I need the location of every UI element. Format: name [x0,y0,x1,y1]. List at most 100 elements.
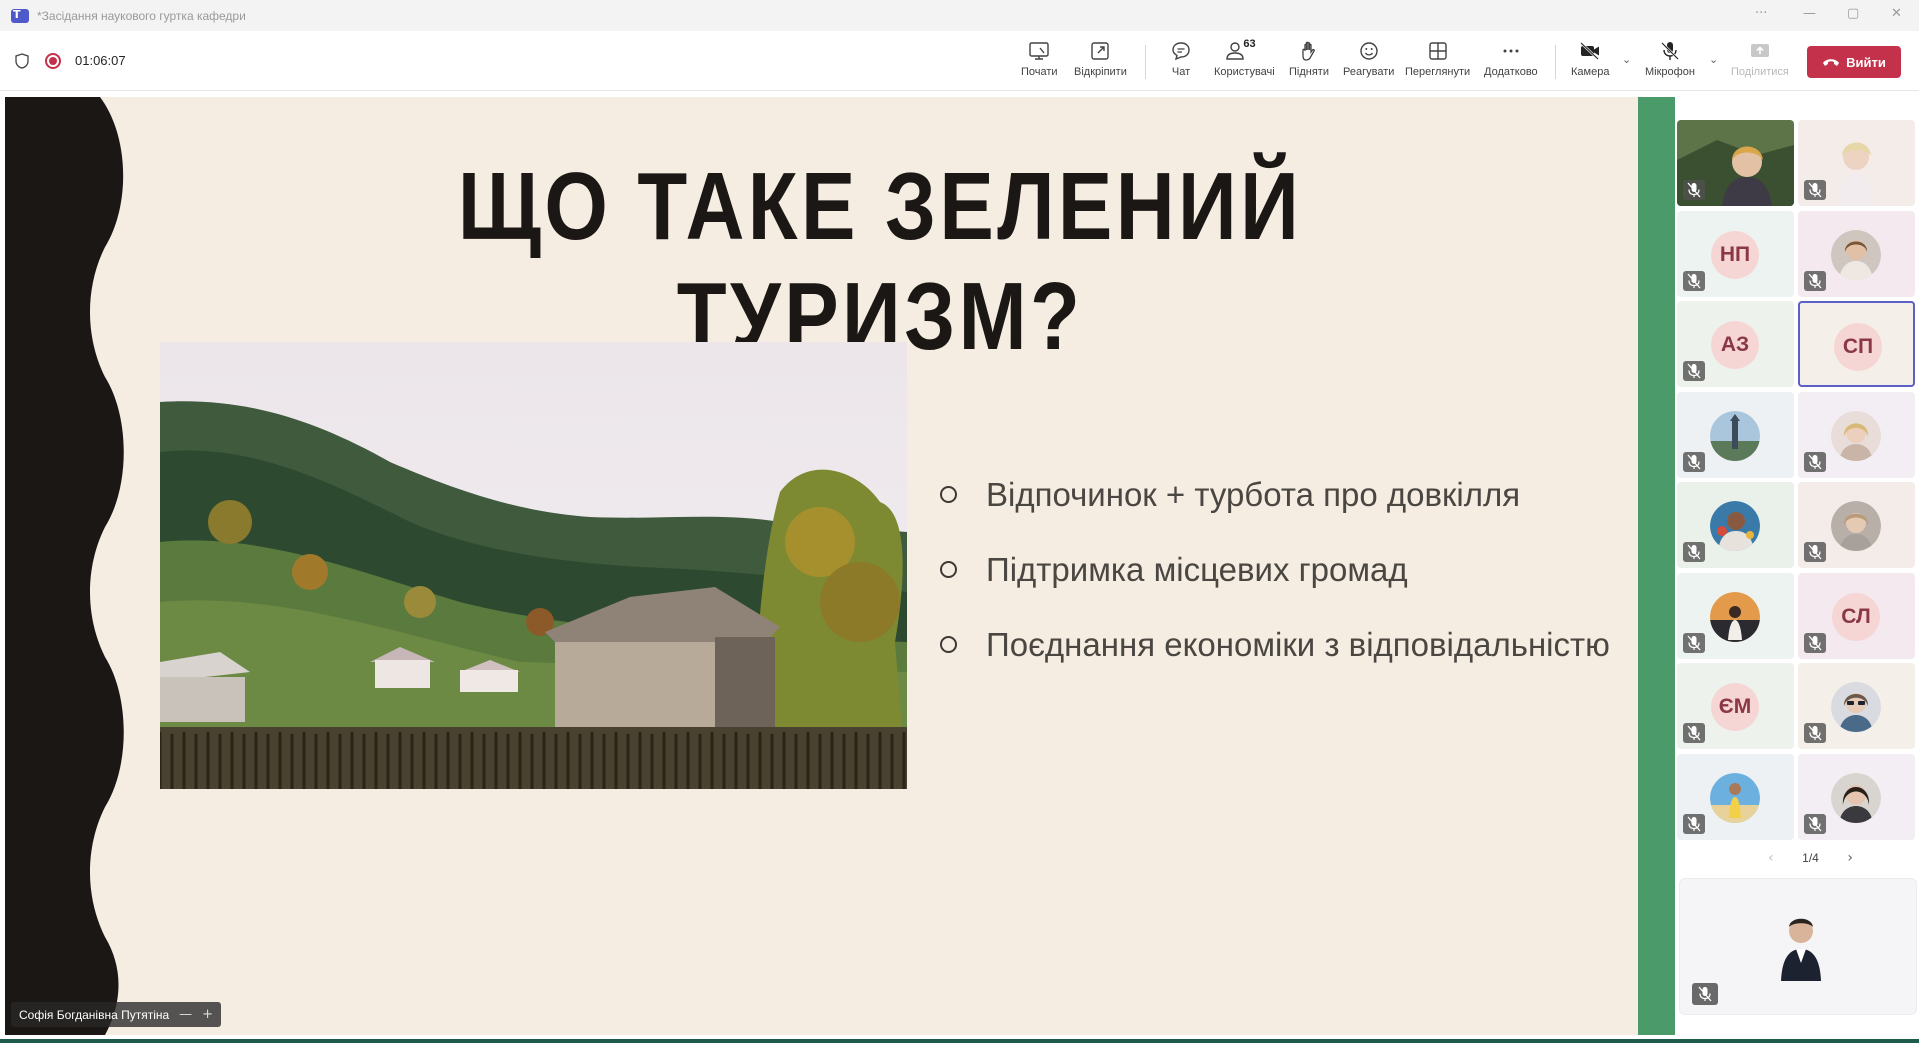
participant-tile[interactable] [1798,663,1915,749]
bullet-text: Підтримка місцевих громад [986,550,1408,588]
participant-tile[interactable] [1677,482,1794,568]
raise-hand-button[interactable]: Підняти [1289,39,1329,85]
participant-tile[interactable]: НП [1677,210,1794,297]
teams-app-icon [11,8,29,23]
muted-mic-icon [1683,180,1705,200]
bullet-item: Підтримка місцевих громад [940,532,1610,607]
participant-tile[interactable]: СП [1798,301,1915,387]
bullet-text: Відпочинок + турбота про довкілля [986,475,1521,513]
muted-mic-icon [1804,270,1826,291]
participant-tile[interactable] [1798,753,1915,840]
muted-mic-icon [1804,542,1826,562]
camera-off-icon [1580,42,1600,60]
participant-photo-avatar [1831,772,1881,823]
participant-initials-avatar: СЛ [1832,592,1880,641]
participant-tile[interactable]: СЛ [1798,572,1915,659]
meeting-toolbar: 01:06:07 Почати Відкріпити Чат 63 Корист… [0,31,1919,91]
hangup-icon [1823,59,1840,66]
participant-photo-avatar [1710,410,1760,461]
more-button[interactable]: Додатково [1484,39,1538,85]
close-icon[interactable]: ✕ [1891,6,1902,21]
muted-mic-icon [1804,180,1826,200]
slide-title: ЩО ТАКЕ ЗЕЛЕНИЙ ТУРИЗМ? [457,153,1303,370]
start-label: Почати [1021,66,1058,78]
next-page-icon[interactable]: › [1847,850,1853,866]
zoom-out-icon[interactable]: — [179,1007,192,1022]
gallery-pager: ‹ 1/4 › [1768,850,1853,866]
people-button[interactable]: 63 Користувачі [1214,38,1275,85]
more-options-icon[interactable]: ··· [1755,6,1767,21]
mic-options-chevron-icon[interactable]: ⌄ [1709,53,1718,66]
previous-page-icon[interactable]: ‹ [1768,850,1774,866]
bullet-text: Поєднання економіки з відповідальністю [986,625,1610,663]
view-label: Переглянути [1405,66,1471,78]
bullet-item: Поєднання економіки з відповідальністю [940,607,1610,682]
participant-photo-avatar [1710,772,1760,823]
more-label: Додатково [1484,66,1538,78]
muted-mic-icon [1804,451,1826,472]
toolbar-divider [1145,45,1146,79]
muted-mic-icon [1683,270,1705,291]
bullet-circle-icon [940,561,957,578]
participant-tile[interactable] [1677,391,1794,478]
participant-tile[interactable]: ЄМ [1677,663,1794,749]
leave-label: Вийти [1846,54,1886,70]
meeting-timer: 01:06:07 [75,53,126,68]
maximize-icon[interactable]: ▢ [1847,6,1859,21]
hand-icon [1302,41,1315,61]
popout-icon [1091,42,1110,60]
people-count: 63 [1243,38,1256,50]
muted-mic-icon [1683,723,1705,743]
muted-mic-icon [1804,632,1826,653]
participant-tile[interactable] [1677,120,1794,206]
toolbar-divider [1555,45,1556,79]
muted-mic-icon [1683,542,1705,562]
bullet-circle-icon [940,486,957,503]
participant-tile[interactable] [1677,753,1794,840]
view-button[interactable]: Переглянути [1405,39,1470,85]
minimize-icon[interactable]: — [1803,6,1816,21]
chat-button[interactable]: Чат [1169,39,1193,85]
unpin-label: Відкріпити [1074,66,1127,78]
slide-wave-decoration [5,97,124,1035]
share-button[interactable]: Поділитися [1731,39,1789,85]
chat-icon [1172,42,1190,61]
participant-tile[interactable] [1677,572,1794,659]
participant-initials-avatar: СП [1834,323,1882,371]
raise-label: Підняти [1289,66,1329,78]
recording-icon [45,53,61,69]
participant-photo-avatar [1710,591,1760,642]
react-button[interactable]: Реагувати [1343,39,1394,85]
start-button[interactable]: Почати [1021,39,1058,85]
muted-mic-icon [1683,632,1705,653]
leave-button[interactable]: Вийти [1807,46,1901,78]
zoom-in-icon[interactable]: + [202,1007,213,1022]
participant-tile[interactable] [1798,391,1915,478]
slide-bullet-list: Відпочинок + турбота про довкілля Підтри… [940,457,1610,682]
muted-mic-icon [1683,813,1705,834]
share-icon [1750,44,1769,57]
muted-mic-icon [1692,983,1718,1005]
participant-photo-avatar [1831,410,1881,461]
page-indicator: 1/4 [1802,851,1819,865]
village-landscape-image [160,342,907,789]
self-video-person [1781,918,1821,981]
presentation-slide: ЩО ТАКЕ ЗЕЛЕНИЙ ТУРИЗМ? Відпочинок + тур… [5,97,1638,1035]
participant-tile[interactable] [1798,210,1915,297]
muted-mic-icon [1683,451,1705,472]
camera-options-chevron-icon[interactable]: ⌄ [1622,53,1631,66]
participant-photo-avatar [1831,501,1881,551]
more-icon [1503,49,1519,53]
participant-tile[interactable] [1798,120,1915,206]
participant-tile[interactable] [1798,482,1915,568]
participant-tile[interactable]: АЗ [1677,301,1794,387]
camera-button[interactable]: Камера [1571,39,1609,85]
chat-label: Чат [1171,66,1191,78]
self-view-tile[interactable] [1679,878,1917,1015]
participant-photo-avatar [1831,229,1881,280]
presenter-name-tag: Софія Богданівна Путятіна — + [11,1002,222,1027]
mic-button[interactable]: Мікрофон [1645,39,1695,85]
unpin-button[interactable]: Відкріпити [1074,39,1127,85]
mic-off-icon [1661,42,1679,60]
participant-photo-avatar [1710,501,1760,551]
